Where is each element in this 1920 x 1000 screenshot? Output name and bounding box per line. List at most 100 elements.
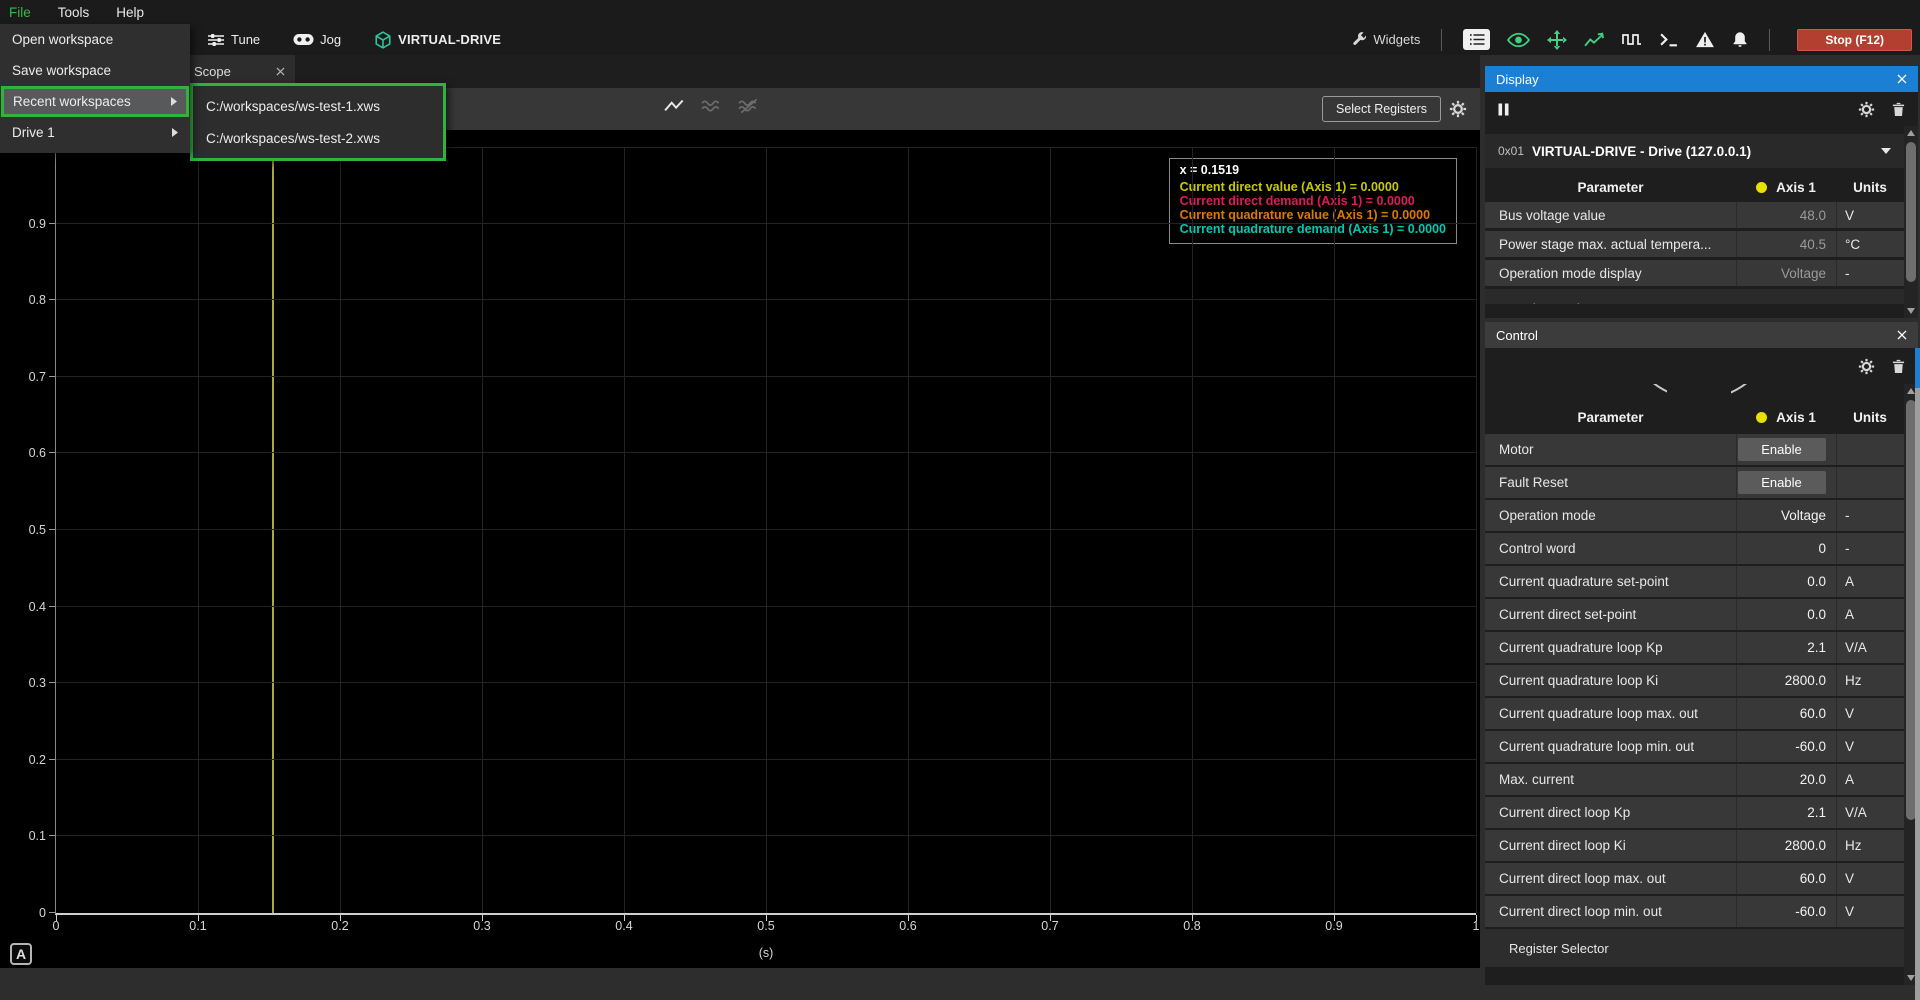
recent-workspaces-submenu: C:/workspaces/ws-test-1.xws C:/workspace… xyxy=(190,83,446,161)
parameter-value[interactable]: 60.0 xyxy=(1800,871,1826,886)
parameter-units: V xyxy=(1837,698,1904,729)
scroll-thumb[interactable] xyxy=(1906,142,1916,282)
y-tick-mark xyxy=(49,376,55,377)
control-panel-header[interactable]: Control xyxy=(1485,322,1918,348)
parameter-value[interactable]: 2.1 xyxy=(1807,640,1826,655)
device-button[interactable]: VIRTUAL-DRIVE xyxy=(374,31,501,49)
table-row: Current direct set-point 0.0 A xyxy=(1485,599,1904,630)
menu-item-save-workspace[interactable]: Save workspace xyxy=(0,55,190,86)
parameter-units: V xyxy=(1837,202,1904,228)
waveforms-icon[interactable] xyxy=(701,98,723,114)
parameter-value[interactable]: 20.0 xyxy=(1800,772,1826,787)
parameter-value[interactable]: 0.0 xyxy=(1807,574,1826,589)
device-selector[interactable]: 0x01 VIRTUAL-DRIVE - Drive (127.0.0.1) xyxy=(1485,134,1904,168)
sliders-icon xyxy=(207,33,225,47)
display-table: Bus voltage value 48.0 V Power stage max… xyxy=(1485,202,1904,286)
tune-button[interactable]: Tune xyxy=(207,32,260,47)
parameter-value[interactable]: 0.0 xyxy=(1807,607,1826,622)
parameter-name: Current direct loop Ki xyxy=(1485,830,1736,861)
waveforms-off-icon[interactable] xyxy=(738,98,760,114)
parameter-value[interactable]: -60.0 xyxy=(1795,739,1826,754)
menu-help[interactable]: Help xyxy=(116,5,144,20)
display-panel-header[interactable]: Display xyxy=(1485,66,1918,92)
close-icon[interactable] xyxy=(1897,74,1907,84)
scroll-up-icon[interactable] xyxy=(1907,130,1915,136)
x-tick-label: 0 xyxy=(53,919,60,933)
bell-icon[interactable] xyxy=(1732,31,1748,48)
close-icon[interactable] xyxy=(1897,330,1907,340)
parameter-value[interactable]: -60.0 xyxy=(1795,904,1826,919)
file-menu: Open workspace Save workspace Recent wor… xyxy=(0,24,190,153)
gear-icon[interactable] xyxy=(1858,358,1875,375)
submenu-item-workspace[interactable]: C:/workspaces/ws-test-2.xws xyxy=(193,122,443,154)
y-tick-label: 0.3 xyxy=(29,676,46,690)
enable-button[interactable]: Enable xyxy=(1738,471,1826,494)
parameter-name: Bus voltage value xyxy=(1485,202,1736,228)
list-icon xyxy=(1469,33,1485,46)
scroll-down-icon[interactable] xyxy=(1907,975,1915,981)
parameter-name: Current quadrature loop max. out xyxy=(1485,698,1736,729)
scroll-down-icon[interactable] xyxy=(1907,308,1915,314)
pause-icon[interactable] xyxy=(1498,103,1509,116)
table-row: Current direct loop Kp 2.1 V/A xyxy=(1485,797,1904,828)
parameter-units: V/A xyxy=(1837,797,1904,828)
display-scrollbar[interactable] xyxy=(1904,126,1918,318)
register-list-button[interactable] xyxy=(1463,29,1490,50)
parameter-units: V xyxy=(1837,896,1904,927)
enable-button[interactable]: Enable xyxy=(1738,438,1826,461)
parameter-value[interactable]: 2800.0 xyxy=(1785,673,1826,688)
gridline-horizontal xyxy=(56,759,1476,760)
parameter-units: Hz xyxy=(1837,665,1904,696)
outer-scrollbar[interactable] xyxy=(1915,388,1920,1000)
parameter-value[interactable]: 60.0 xyxy=(1800,706,1826,721)
widgets-button[interactable]: Widgets xyxy=(1352,32,1420,47)
jog-button[interactable]: Jog xyxy=(293,32,341,47)
scope-settings-gear-icon[interactable] xyxy=(1449,100,1467,118)
y-tick-mark xyxy=(49,452,55,453)
signal-line-icon[interactable] xyxy=(664,98,686,114)
scope-chart[interactable]: (s) x = 0.1519 Current direct value (Axi… xyxy=(0,130,1480,968)
parameter-value[interactable]: 0 xyxy=(1818,541,1826,556)
gear-icon[interactable] xyxy=(1858,101,1875,118)
gridline-horizontal xyxy=(56,223,1476,224)
device-id: 0x01 xyxy=(1498,144,1524,158)
y-tick-mark xyxy=(49,835,55,836)
submenu-item-workspace[interactable]: C:/workspaces/ws-test-1.xws xyxy=(193,90,443,122)
display-panel-tools xyxy=(1485,92,1918,126)
menu-item-recent-workspaces[interactable]: Recent workspaces xyxy=(1,86,189,117)
tab-close-icon[interactable] xyxy=(276,67,285,76)
autoscale-button[interactable]: A xyxy=(10,943,32,965)
trash-icon[interactable] xyxy=(1892,359,1905,374)
menu-file[interactable]: File xyxy=(9,5,31,20)
trash-icon[interactable] xyxy=(1892,102,1905,117)
terminal-icon[interactable] xyxy=(1659,32,1678,47)
warning-icon[interactable] xyxy=(1695,31,1715,48)
parameter-value[interactable]: 2.1 xyxy=(1807,805,1826,820)
x-tick-label: 0.7 xyxy=(1041,919,1058,933)
select-registers-button[interactable]: Select Registers xyxy=(1322,96,1441,122)
register-selector-button[interactable]: Register Selector xyxy=(1485,929,1904,967)
watch-eye-icon[interactable] xyxy=(1507,32,1530,48)
parameter-units: V/A xyxy=(1837,632,1904,663)
parameter-units: - xyxy=(1837,533,1904,564)
parameter-value[interactable]: 2800.0 xyxy=(1785,838,1826,853)
stop-button[interactable]: Stop (F12) xyxy=(1797,29,1912,51)
parameter-name: Current quadrature loop Ki xyxy=(1485,665,1736,696)
square-wave-icon[interactable] xyxy=(1622,32,1642,47)
parameter-units: - xyxy=(1837,500,1904,531)
parameter-value[interactable]: Voltage xyxy=(1781,508,1826,523)
move-arrows-icon[interactable] xyxy=(1547,30,1567,50)
menu-item-drive-1[interactable]: Drive 1 xyxy=(0,117,190,148)
cursor-line[interactable] xyxy=(272,147,274,913)
table-row: Current direct loop max. out 60.0 V xyxy=(1485,863,1904,894)
table-row: Operation mode Voltage - xyxy=(1485,500,1904,531)
control-panel: Control Parameter Axis 1 Units Motor Ena… xyxy=(1485,322,1918,985)
scroll-up-icon[interactable] xyxy=(1907,388,1915,394)
menu-tools[interactable]: Tools xyxy=(58,5,90,20)
menu-item-open-workspace[interactable]: Open workspace xyxy=(0,24,190,55)
table-row: Control word 0 - xyxy=(1485,533,1904,564)
gridline-vertical xyxy=(1334,147,1335,913)
scope-chart-icon[interactable] xyxy=(1584,31,1605,48)
plot-area[interactable]: (s) x = 0.1519 Current direct value (Axi… xyxy=(55,147,1476,915)
parameter-value: 48.0 xyxy=(1800,208,1826,223)
